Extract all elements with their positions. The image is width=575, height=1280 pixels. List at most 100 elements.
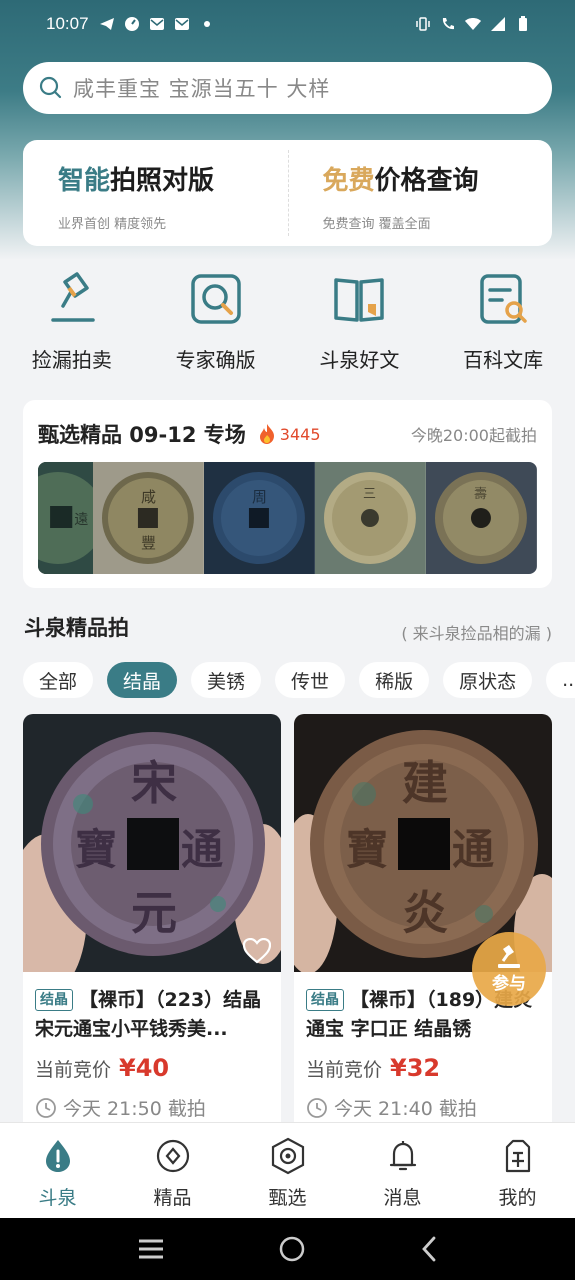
book-icon [334,278,385,322]
feature-accent: 免费 [322,166,375,196]
product-tag: 结晶 [35,989,73,1011]
product-tag: 结晶 [306,989,344,1011]
filter-chips: 全部 结晶 美锈 传世 稀版 原状态 ... [23,662,575,698]
chip-heirloom[interactable]: 传世 [275,662,346,698]
product-name: 结晶 【裸币】（223）结晶宋元通宝小平钱秀美... [35,986,269,1044]
status-bar: 10:07 [0,0,575,48]
feature-title: 免费价格查询 [323,160,553,197]
quick-link-label: 百科文库 [463,348,544,372]
feature-subtitle: 业界首创 精度领先 [58,217,167,232]
svg-text:建: 建 [402,756,448,810]
tab-messages[interactable]: 消息 [345,1123,460,1218]
hot-count: 3445 [256,423,321,445]
tab-premium[interactable]: 精品 [115,1123,230,1218]
tab-profile[interactable]: 我的 [460,1123,575,1218]
tab-selection[interactable]: 甄选 [230,1123,345,1218]
chip-crystal[interactable]: 结晶 [107,662,178,698]
svg-text:咸: 咸 [141,488,156,506]
clock-icon [307,1097,327,1118]
selection-title: 甄选精品 09-12 专场 [38,423,246,447]
wifi-call-icon [442,18,454,30]
flame-icon [259,424,274,444]
feature-subtitle: 免费查询 覆盖全面 [322,217,431,232]
chip-beautiful-rust[interactable]: 美锈 [191,662,262,698]
svg-text:豐: 豐 [141,534,156,552]
feature-accent: 智能 [58,166,111,196]
tab-label: 斗泉 [38,1187,77,1209]
svg-text:三: 三 [363,487,376,502]
mail-icon [149,18,164,30]
profile-icon [505,1139,530,1173]
auction-hammer-icon [51,272,95,322]
tab-douquan[interactable]: 斗泉 [0,1123,115,1218]
quick-link-library[interactable]: 百科文库 [431,268,575,388]
system-nav-bar [0,1218,575,1280]
quick-link-label: 捡漏拍卖 [31,348,112,372]
svg-text:寶: 寶 [346,825,388,874]
feature-price-lookup[interactable]: 免费价格查询 免费查询 覆盖全面 [287,140,553,246]
product-end-time: 今天 21:50 截拍 [63,1098,206,1120]
tab-label: 甄选 [268,1187,307,1209]
feature-title: 智能拍照对版 [58,160,288,197]
product-end-time: 今天 21:40 截拍 [334,1098,477,1120]
quick-link-articles[interactable]: 斗泉好文 [288,268,432,388]
search-bar[interactable]: 咸丰重宝 宝源当五十 大样 [23,62,552,114]
product-price: ¥32 [390,1054,441,1082]
feature-photo-compare[interactable]: 智能拍照对版 业界首创 精度领先 [23,140,288,246]
coin-image[interactable]: 周 [204,462,316,574]
chip-original[interactable]: 原状态 [443,662,533,698]
svg-text:炎: 炎 [402,886,448,940]
feature-rest: 拍照对版 [110,166,215,196]
price-label: 当前竞价 [306,1059,383,1081]
selection-end-time: 今晚20:00起截拍 [410,426,537,445]
speed-icon [124,17,139,31]
product-grid: 宋 元 通 寶 结晶 【裸币】（223）结晶宋元通宝小平钱秀美... 当前竞价 ¥… [23,714,553,1134]
chip-more[interactable]: ... [546,662,575,698]
svg-text:通: 通 [181,825,223,874]
svg-text:遠: 遠 [74,512,88,528]
tab-label: 我的 [498,1187,537,1209]
feature-rest: 价格查询 [374,166,479,196]
participate-label: 参与 [492,973,526,994]
participate-button[interactable]: 参与 [472,932,546,1006]
home-icon[interactable] [278,1235,306,1263]
svg-text:宋: 宋 [131,756,177,810]
quick-link-expert[interactable]: 专家确版 [144,268,288,388]
featured-selection-card[interactable]: 甄选精品 09-12 专场 3445 今晚20:00起截拍 遠 咸 豐 周 三 … [23,400,552,588]
svg-text:壽: 壽 [474,487,487,502]
price-label: 当前竞价 [35,1059,112,1081]
gavel-icon [498,944,520,968]
bottom-tab-bar: 斗泉 精品 甄选 消息 我的 [0,1122,575,1218]
tab-label: 精品 [153,1187,192,1209]
vibrate-icon [416,17,430,31]
drop-icon [45,1140,70,1172]
product-image[interactable]: 宋 元 通 寶 [23,714,281,994]
hot-count-value: 3445 [279,424,321,444]
product-card[interactable]: 宋 元 通 寶 结晶 【裸币】（223）结晶宋元通宝小平钱秀美... 当前竞价 ¥… [23,714,281,1134]
heart-icon[interactable] [243,938,271,964]
back-icon[interactable] [419,1235,439,1263]
coin-image[interactable]: 三 [315,462,427,574]
magnify-coin-icon [190,274,241,324]
svg-text:元: 元 [131,886,177,940]
coin-image[interactable]: 遠 [38,462,105,574]
recent-apps-icon[interactable] [137,1238,165,1260]
coin-image[interactable]: 咸 豐 [93,462,205,574]
coin-image[interactable]: 壽 [426,462,537,574]
selection-image-strip[interactable]: 遠 咸 豐 周 三 壽 [38,462,537,574]
quick-link-auction[interactable]: 捡漏拍卖 [0,268,144,388]
tab-label: 消息 [383,1187,422,1209]
document-search-icon [480,274,527,324]
diamond-circle-icon [156,1139,189,1173]
svg-text:通: 通 [452,825,494,874]
battery-icon [519,16,527,31]
svg-text:周: 周 [252,488,267,506]
quick-links: 捡漏拍卖 专家确版 斗泉好文 百科文库 [0,268,575,388]
feature-card: 智能拍照对版 业界首创 精度领先 免费价格查询 免费查询 覆盖全面 [23,140,552,246]
wifi-icon [465,18,481,30]
mail-icon [174,18,189,30]
chip-rare[interactable]: 稀版 [359,662,430,698]
chip-all[interactable]: 全部 [23,662,94,698]
product-card[interactable]: 建 炎 通 寶 结晶 【裸币】（189）建炎通宝 字口正 结晶锈 当前竞价 ¥32… [294,714,552,1134]
signal-icon [491,17,505,31]
